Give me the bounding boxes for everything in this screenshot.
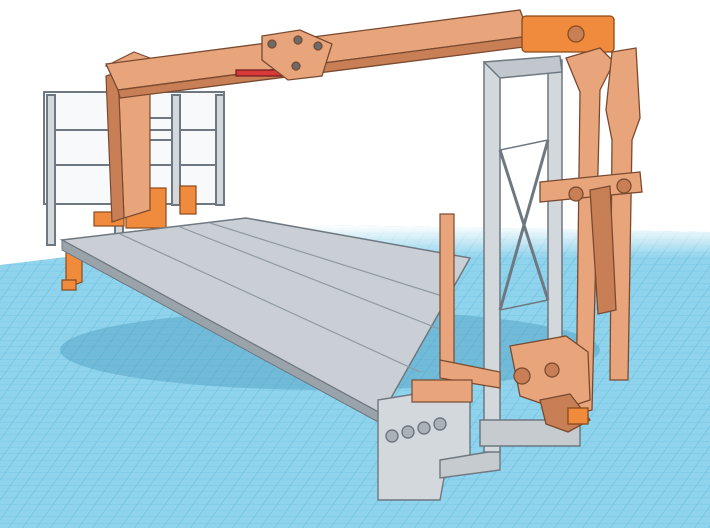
3d-viewport[interactable] <box>0 0 710 528</box>
top-actuator[interactable] <box>521 15 615 53</box>
viewport-canvas[interactable] <box>0 0 710 528</box>
